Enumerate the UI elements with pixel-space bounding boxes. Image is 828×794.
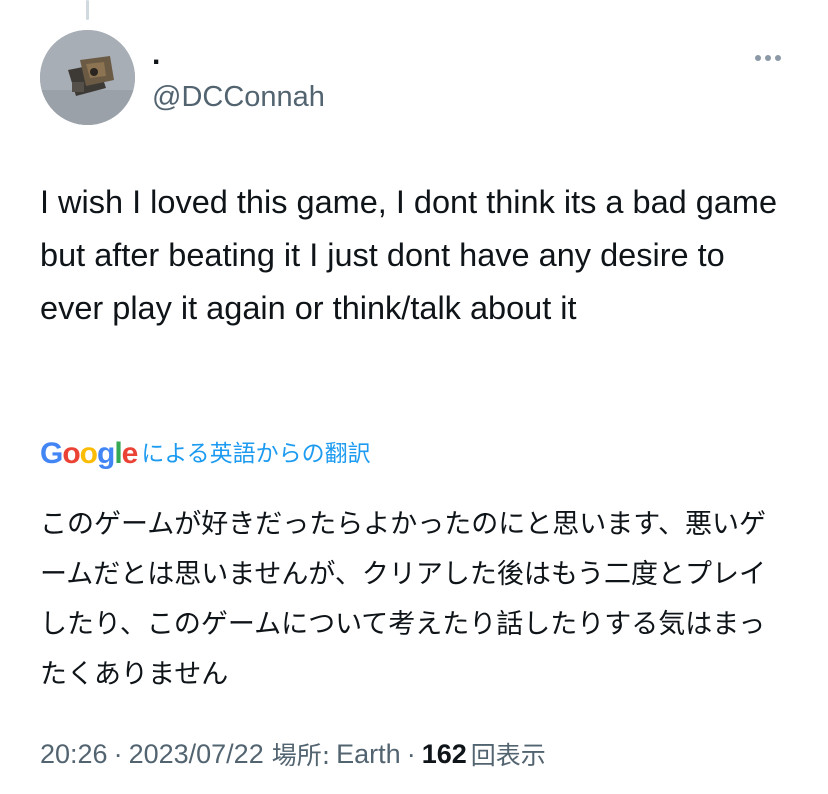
author-handle[interactable]: @DCConnah — [152, 80, 325, 114]
translation-attribution[interactable]: Google による英語からの翻訳 — [40, 434, 371, 474]
tweet-time[interactable]: 20:26 — [40, 739, 108, 770]
views-label: 回表示 — [470, 741, 546, 770]
separator-dot: · — [113, 738, 123, 769]
tweet-metadata: 20:26 · 2023/07/22 場所: Earth · 162 回表示 — [40, 734, 546, 774]
views-count[interactable]: 162 — [422, 739, 467, 770]
separator-dot: · — [406, 738, 416, 769]
location-value: Earth — [336, 738, 401, 769]
google-logo: Google — [40, 437, 138, 470]
avatar[interactable] — [40, 30, 135, 125]
translation-label: による英語からの翻訳 — [141, 441, 371, 467]
author-display-name[interactable]: . — [152, 38, 160, 72]
location-label: 場所: — [271, 741, 331, 770]
avatar-image — [40, 30, 135, 125]
translated-tweet-text: このゲームが好きだったらよかったのにと思います、悪いゲームだとは思いませんが、ク… — [40, 509, 767, 690]
more-options-button[interactable] — [748, 40, 788, 76]
tweet-date[interactable]: 2023/07/22 — [129, 739, 264, 770]
thread-connector-line — [86, 0, 89, 20]
more-horizontal-icon — [755, 55, 781, 61]
tweet-text: I wish I loved this game, I dont think i… — [40, 184, 778, 326]
